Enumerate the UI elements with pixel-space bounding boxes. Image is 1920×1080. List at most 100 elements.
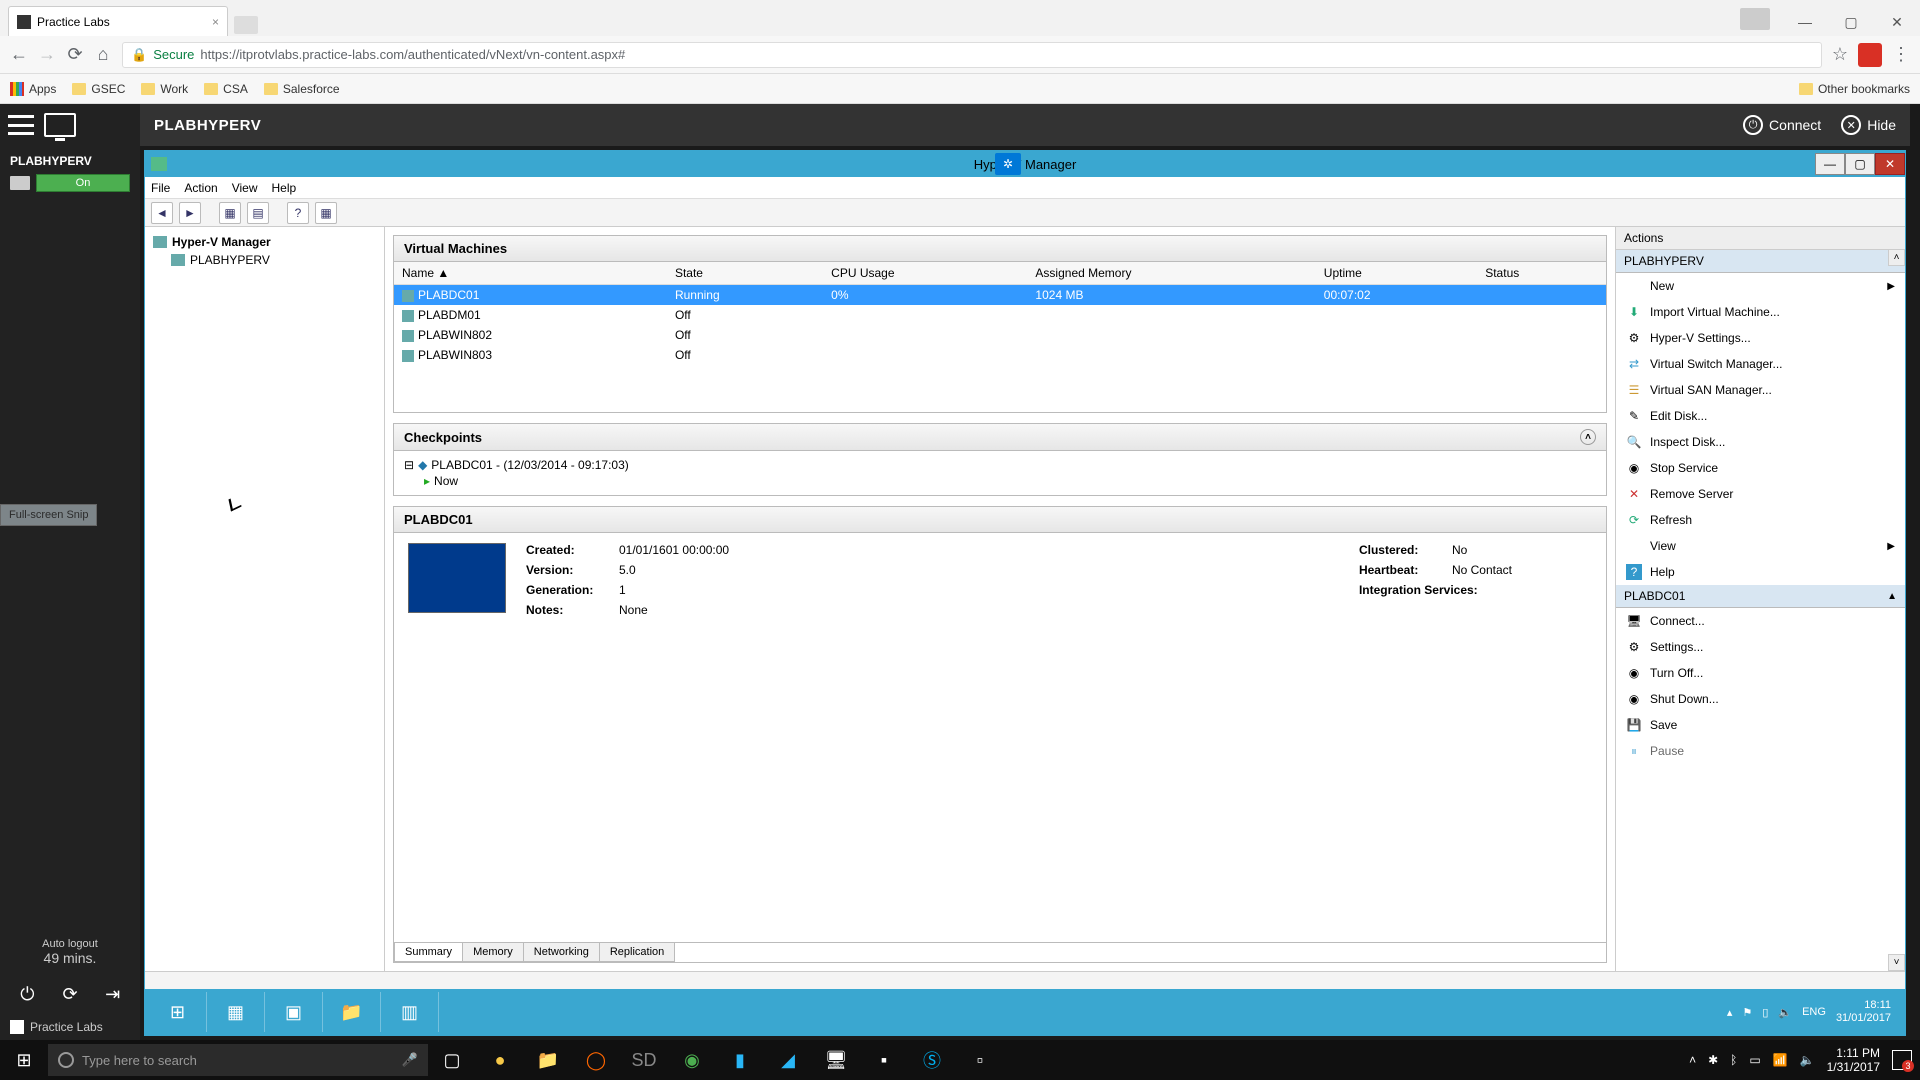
taskbar-app-icon[interactable]: SD	[620, 1040, 668, 1080]
vm-row-selected[interactable]: PLABDC01 Running 0% 1024 MB 00:07:02	[394, 285, 1606, 306]
window-maximize-icon[interactable]: ▢	[1828, 8, 1874, 36]
hyperv-titlebar[interactable]: Hyper-V Manager ✲ — ▢ ✕	[145, 151, 1905, 177]
taskbar-app-icon[interactable]: ▫	[956, 1040, 1004, 1080]
action-refresh[interactable]: ⟳Refresh	[1616, 507, 1905, 533]
menu-help[interactable]: Help	[272, 181, 297, 195]
actions-group-host[interactable]: PLABHYPERV▲	[1616, 250, 1905, 273]
reload-icon[interactable]: ⟳	[66, 46, 84, 64]
taskbar-app-icon[interactable]: ◢	[764, 1040, 812, 1080]
sidebar-machine-card[interactable]: PLABHYPERV On	[0, 146, 140, 200]
collapse-icon[interactable]: ˄	[1580, 429, 1596, 445]
guest-explorer-icon[interactable]: 📁	[323, 992, 381, 1032]
tab-summary[interactable]: Summary	[394, 943, 463, 962]
action-view[interactable]: View▶	[1616, 533, 1905, 559]
bookmark-gsec[interactable]: GSEC	[72, 82, 125, 96]
action-import-vm[interactable]: ⬇Import Virtual Machine...	[1616, 299, 1905, 325]
taskbar-app-icon[interactable]: ▮	[716, 1040, 764, 1080]
task-view-icon[interactable]: ▢	[428, 1040, 476, 1080]
monitor-icon[interactable]	[44, 113, 76, 137]
hide-button[interactable]: ✕Hide	[1841, 115, 1896, 135]
toolbar-forward-icon[interactable]: ►	[179, 202, 201, 224]
bookmark-salesforce[interactable]: Salesforce	[264, 82, 340, 96]
home-icon[interactable]: ⌂	[94, 46, 112, 64]
connect-button[interactable]: ⏻Connect	[1743, 115, 1821, 135]
hyperv-minimize-icon[interactable]: —	[1815, 153, 1845, 175]
action-shut-down[interactable]: ◉Shut Down...	[1616, 686, 1905, 712]
tab-memory[interactable]: Memory	[462, 943, 524, 962]
action-hyperv-settings[interactable]: ⚙Hyper-V Settings...	[1616, 325, 1905, 351]
bookmark-csa[interactable]: CSA	[204, 82, 248, 96]
tray-network-icon[interactable]: ▯	[1762, 1006, 1768, 1019]
tree-root[interactable]: Hyper-V Manager	[151, 233, 378, 251]
guest-hyperv-icon[interactable]: ▥	[381, 992, 439, 1032]
scroll-up-icon[interactable]: ˄	[1888, 249, 1905, 266]
tray-wifi-icon[interactable]: 📶	[1773, 1053, 1788, 1067]
scroll-down-icon[interactable]: ˅	[1888, 954, 1905, 971]
window-minimize-icon[interactable]: —	[1782, 8, 1828, 36]
action-vm-settings[interactable]: ⚙Settings...	[1616, 634, 1905, 660]
action-turn-off[interactable]: ◉Turn Off...	[1616, 660, 1905, 686]
toolbar-back-icon[interactable]: ◄	[151, 202, 173, 224]
tray-battery-icon[interactable]: ▭	[1749, 1053, 1760, 1067]
hamburger-icon[interactable]	[8, 115, 34, 135]
taskbar-explorer-icon[interactable]: 📁	[524, 1040, 572, 1080]
action-help[interactable]: ?Help	[1616, 559, 1905, 585]
action-center-icon[interactable]: 3	[1892, 1050, 1912, 1070]
other-bookmarks[interactable]: Other bookmarks	[1799, 82, 1910, 96]
actions-group-vm[interactable]: PLABDC01▲	[1616, 585, 1905, 608]
vm-row[interactable]: PLABDM01 Off	[394, 305, 1606, 325]
refresh-icon[interactable]: ⟳	[58, 982, 82, 1006]
chrome-menu-icon[interactable]: ⋮	[1892, 44, 1910, 65]
bookmark-work[interactable]: Work	[141, 82, 188, 96]
col-state[interactable]: State	[667, 262, 823, 285]
host-start-icon[interactable]: ⊞	[0, 1040, 48, 1080]
guest-start-icon[interactable]: ⊞	[149, 992, 207, 1032]
taskbar-app-icon[interactable]: ◉	[668, 1040, 716, 1080]
col-status[interactable]: Status	[1477, 262, 1606, 285]
bookmark-star-icon[interactable]: ☆	[1832, 44, 1848, 65]
new-tab-button[interactable]	[234, 16, 258, 34]
tray-chevron-up-icon[interactable]: ˄	[1689, 1053, 1696, 1067]
power-icon[interactable]: ⏻	[15, 982, 39, 1006]
mic-icon[interactable]: 🎤	[402, 1052, 418, 1068]
toolbar-properties-icon[interactable]: ▦	[219, 202, 241, 224]
action-new[interactable]: New▶	[1616, 273, 1905, 299]
vm-thumbnail[interactable]	[408, 543, 506, 613]
taskbar-app-icon[interactable]: ▪	[860, 1040, 908, 1080]
taskbar-app-icon[interactable]: ◯	[572, 1040, 620, 1080]
vm-row[interactable]: PLABWIN803 Off	[394, 345, 1606, 365]
guest-powershell-icon[interactable]: ▣	[265, 992, 323, 1032]
tray-volume-icon[interactable]: 🔈	[1800, 1053, 1815, 1067]
tab-networking[interactable]: Networking	[523, 943, 600, 962]
tray-bluetooth-icon[interactable]: ᛒ	[1730, 1053, 1737, 1067]
host-clock[interactable]: 1:11 PM 1/31/2017	[1827, 1046, 1880, 1075]
action-remove-server[interactable]: ✕Remove Server	[1616, 481, 1905, 507]
action-virtual-switch[interactable]: ⇄Virtual Switch Manager...	[1616, 351, 1905, 377]
tree-expand-icon[interactable]: ⊟	[404, 458, 414, 472]
menu-view[interactable]: View	[232, 181, 258, 195]
exit-icon[interactable]: ⇥	[101, 982, 125, 1006]
action-save[interactable]: 💾Save	[1616, 712, 1905, 738]
toolbar-list-icon[interactable]: ▤	[247, 202, 269, 224]
hyperv-close-icon[interactable]: ✕	[1875, 153, 1905, 175]
tree-host[interactable]: PLABHYPERV	[169, 251, 378, 269]
taskbar-app-icon[interactable]: 🖥	[812, 1040, 860, 1080]
col-name[interactable]: Name ▲	[394, 262, 667, 285]
col-cpu[interactable]: CPU Usage	[823, 262, 1027, 285]
col-uptime[interactable]: Uptime	[1316, 262, 1477, 285]
tray-sound-icon[interactable]: 🔈	[1778, 1006, 1792, 1019]
back-icon[interactable]: ←	[10, 46, 28, 64]
toolbar-help-icon[interactable]: ?	[287, 202, 309, 224]
checkpoint-now[interactable]: ▸Now	[424, 473, 1596, 489]
tray-flag-icon[interactable]: ⚑	[1742, 1006, 1752, 1019]
apps-shortcut[interactable]: Apps	[10, 82, 56, 96]
checkpoint-item[interactable]: ⊟◆PLABDC01 - (12/03/2014 - 09:17:03)	[404, 457, 1596, 473]
tray-lang[interactable]: ENG	[1802, 1006, 1826, 1018]
menu-file[interactable]: File	[151, 181, 170, 195]
vm-row[interactable]: PLABWIN802 Off	[394, 325, 1606, 345]
window-close-icon[interactable]: ✕	[1874, 8, 1920, 36]
menu-action[interactable]: Action	[184, 181, 217, 195]
guest-server-manager-icon[interactable]: ▦	[207, 992, 265, 1032]
col-memory[interactable]: Assigned Memory	[1027, 262, 1315, 285]
chrome-profile-icon[interactable]	[1740, 8, 1770, 30]
